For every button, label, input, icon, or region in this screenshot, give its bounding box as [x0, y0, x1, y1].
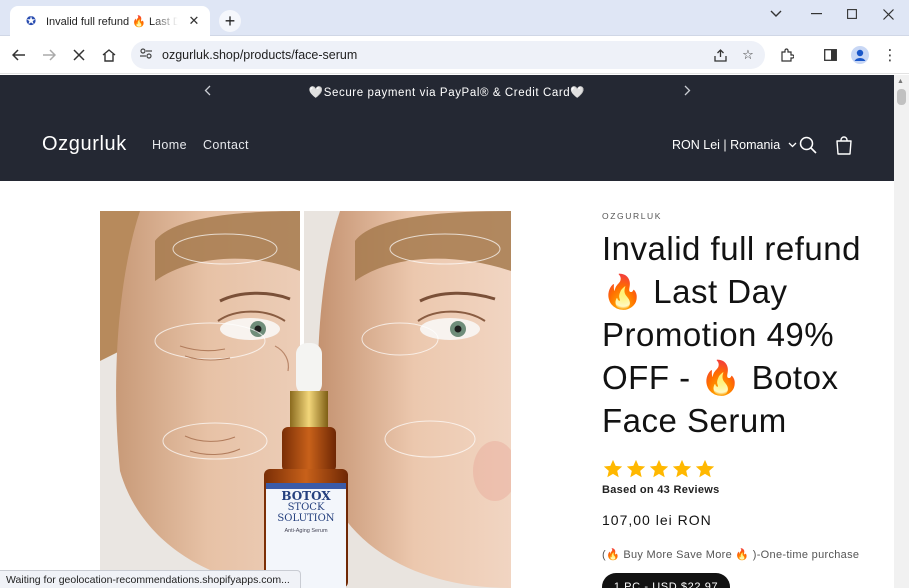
page-scrollbar[interactable]: ▲ — [894, 75, 909, 588]
currency-selector[interactable]: RON Lei | Romania — [672, 138, 797, 152]
cart-icon[interactable] — [832, 133, 856, 157]
site-logo[interactable]: Ozgurluk — [42, 133, 127, 156]
reviews-count[interactable]: Based on 43 Reviews — [602, 484, 882, 496]
star-icon — [626, 459, 646, 478]
star-rating — [602, 458, 882, 480]
back-arrow-icon[interactable] — [8, 44, 30, 66]
star-icon — [603, 459, 623, 478]
window-close-icon[interactable] — [874, 4, 902, 24]
stop-loading-icon[interactable] — [68, 44, 90, 66]
new-tab-plus-icon[interactable]: + — [219, 10, 241, 32]
announcement-prev-icon[interactable] — [204, 85, 211, 99]
nav-home-link[interactable]: Home — [152, 138, 187, 152]
announcement-text: 🤍Secure payment via PayPal® & Credit Car… — [308, 87, 586, 99]
promo-label: (🔥 Buy More Save More 🔥 )-One-time purch… — [602, 549, 860, 561]
browser-menu-icon[interactable]: ⋮ — [879, 44, 901, 66]
nav-contact-link[interactable]: Contact — [203, 138, 249, 152]
address-bar[interactable]: ozgurluk.shop/products/face-serum ☆ — [131, 41, 765, 69]
tab-close-icon[interactable]: ✕ — [186, 13, 202, 29]
site-favicon-icon: ✪ — [25, 14, 37, 28]
variant-option-button[interactable]: 1 PC - USD $22.97 — [602, 573, 730, 588]
window-maximize-icon[interactable] — [838, 4, 866, 24]
star-icon — [695, 459, 715, 478]
forward-arrow-icon[interactable] — [38, 44, 60, 66]
bookmark-star-icon[interactable]: ☆ — [737, 44, 759, 66]
home-icon[interactable] — [98, 44, 120, 66]
product-info: OZGURLUK Invalid full refund 🔥 Last Day … — [602, 211, 882, 561]
announcement-bar: 🤍Secure payment via PayPal® & Credit Car… — [0, 75, 894, 109]
search-icon[interactable] — [796, 133, 820, 157]
status-bar: Waiting for geolocation-recommendations.… — [0, 570, 301, 588]
tab-title: Invalid full refund 🔥 Last Day P — [46, 15, 178, 28]
product-vendor: OZGURLUK — [602, 211, 663, 221]
side-panel-icon[interactable] — [819, 44, 841, 66]
share-icon[interactable] — [709, 44, 731, 66]
site-settings-icon[interactable] — [140, 48, 154, 62]
extensions-puzzle-icon[interactable] — [776, 44, 798, 66]
product-title: Invalid full refund 🔥 Last Day Promotion… — [602, 230, 861, 439]
browser-tab-strip: ✪ Invalid full refund 🔥 Last Day P ✕ + — [0, 0, 909, 36]
announcement-next-icon[interactable] — [684, 85, 691, 99]
bottle-label: BOTOX STOCK SOLUTION Anti-Aging Serum — [277, 489, 335, 534]
scroll-thumb[interactable] — [897, 89, 906, 105]
profile-avatar[interactable] — [849, 44, 871, 66]
currency-label: RON Lei | Romania — [672, 138, 781, 152]
window-minimize-icon[interactable] — [802, 4, 830, 24]
browser-toolbar: ozgurluk.shop/products/face-serum ☆ ⋮ — [0, 36, 909, 74]
url-text[interactable]: ozgurluk.shop/products/face-serum — [162, 48, 709, 62]
star-icon — [672, 459, 692, 478]
site-header: Ozgurluk Home Contact RON Lei | Romania — [0, 109, 894, 181]
product-price: 107,00 lei RON — [602, 512, 712, 528]
browser-tab-active[interactable]: ✪ Invalid full refund 🔥 Last Day P ✕ — [10, 6, 210, 36]
scroll-up-icon[interactable]: ▲ — [897, 78, 904, 85]
star-icon — [649, 459, 669, 478]
product-image[interactable]: BOTOX STOCK SOLUTION Anti-Aging Serum — [100, 211, 511, 588]
tab-search-chevron-icon[interactable] — [762, 4, 790, 24]
web-page: 🤍Secure payment via PayPal® & Credit Car… — [0, 75, 894, 588]
